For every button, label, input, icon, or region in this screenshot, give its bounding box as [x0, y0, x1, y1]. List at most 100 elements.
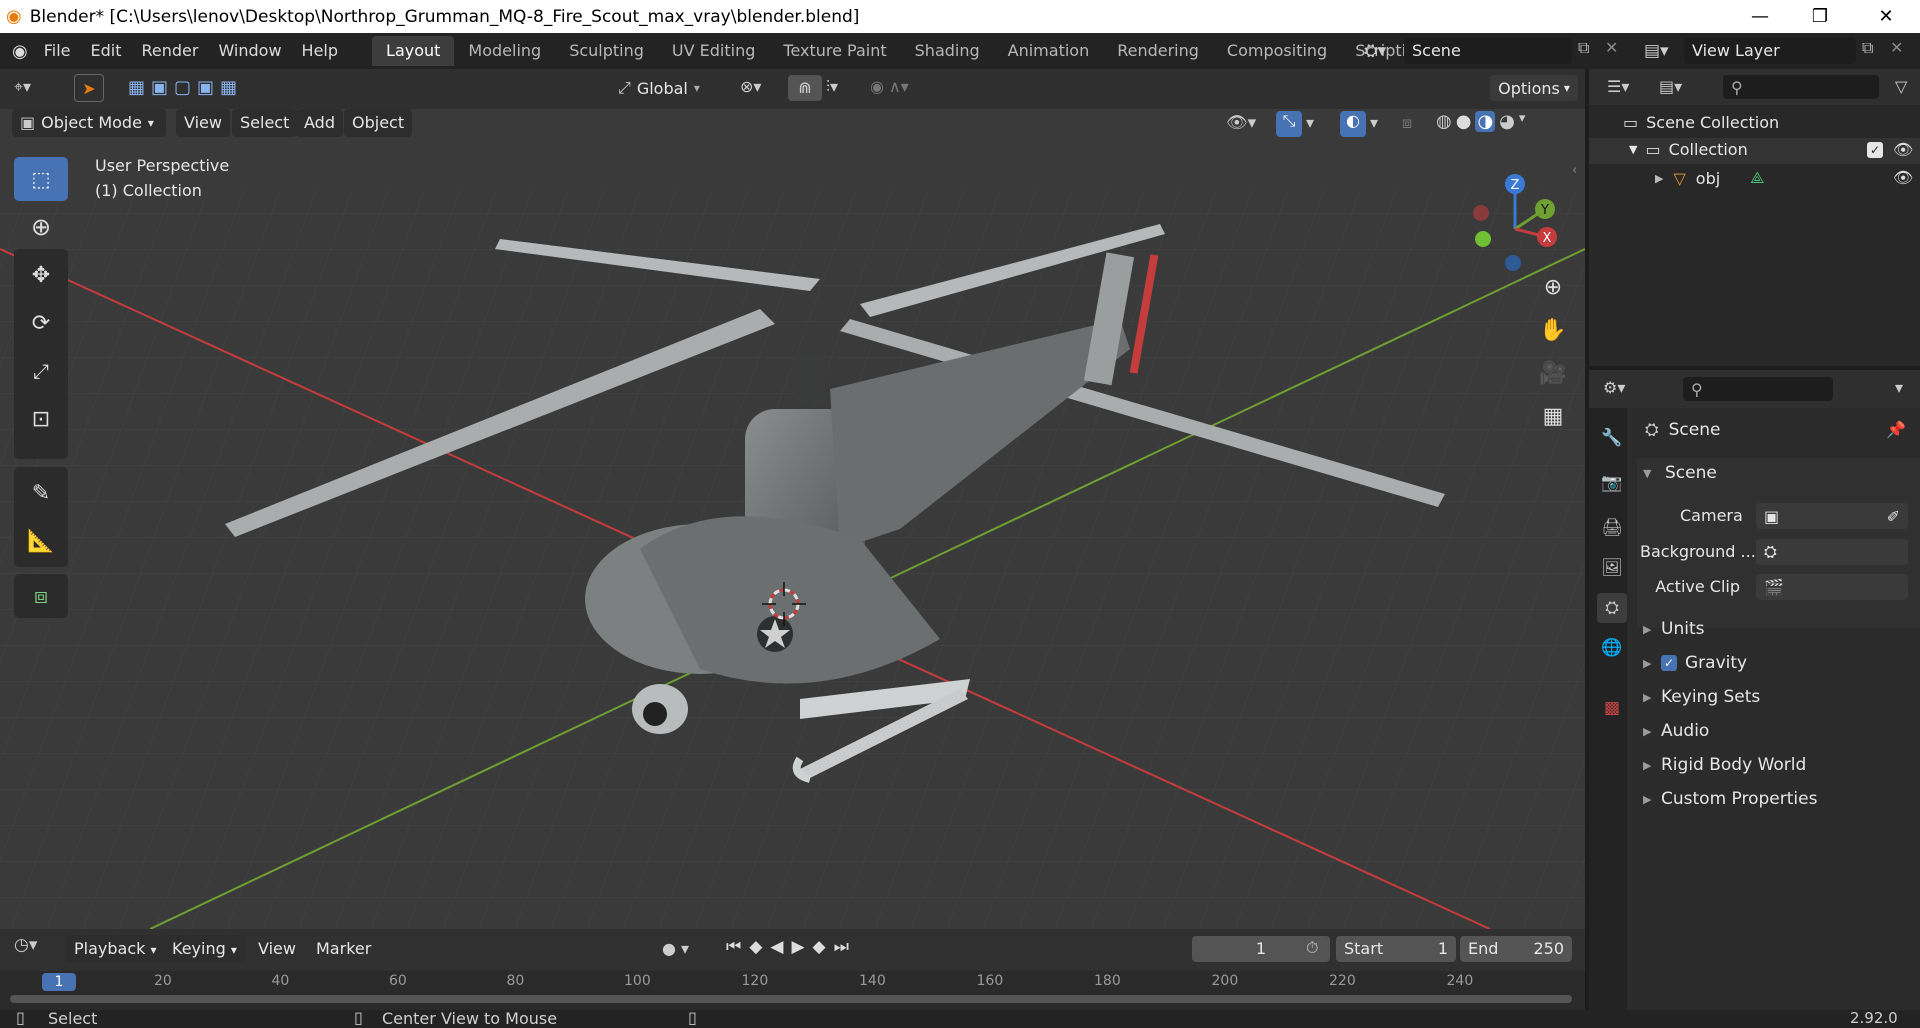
output-tab-icon[interactable]: 🖨: [1597, 513, 1627, 543]
outliner-object-row[interactable]: ▶ ▽ obj ⟁: [1655, 168, 1764, 188]
tab-texture-paint[interactable]: Texture Paint: [769, 36, 900, 66]
keying-sets-panel[interactable]: ▶ Keying Sets: [1643, 682, 1760, 712]
timeline-marker-menu[interactable]: Marker: [308, 935, 379, 963]
camera-view-icon[interactable]: 🎥: [1535, 355, 1571, 391]
blender-menu-icon[interactable]: ◉: [12, 41, 28, 62]
tab-modeling[interactable]: Modeling: [454, 36, 555, 66]
close-button[interactable]: ✕: [1858, 0, 1914, 33]
rendered-shading-icon[interactable]: ◕: [1499, 111, 1515, 132]
new-scene-icon[interactable]: ⧉: [1578, 38, 1589, 58]
select-box-tool[interactable]: ⬚: [14, 157, 68, 201]
menu-select[interactable]: Select: [232, 109, 298, 137]
jump-end-icon[interactable]: ⏭: [834, 937, 849, 957]
sidebar-toggle-icon[interactable]: ‹: [1572, 163, 1577, 178]
scene-selector-icon[interactable]: ⛭▾: [1364, 37, 1402, 65]
texture-tab-icon[interactable]: ▩: [1597, 693, 1627, 723]
render-tab-icon[interactable]: 📷: [1597, 468, 1627, 498]
new-view-layer-icon[interactable]: ⧉: [1862, 38, 1873, 58]
pivot-point-icon[interactable]: ⊗▾: [740, 77, 761, 96]
tool-tab-icon[interactable]: 🔧: [1597, 423, 1627, 453]
selection-mode-icons[interactable]: ▦▣▢▣▦: [128, 77, 243, 98]
expand-triangle-icon[interactable]: ▼: [1629, 143, 1637, 156]
view-layer-field[interactable]: View Layer: [1684, 38, 1856, 64]
visibility-icon[interactable]: 👁▾: [1226, 113, 1256, 133]
menu-file[interactable]: File: [34, 37, 81, 65]
tab-compositing[interactable]: Compositing: [1213, 36, 1341, 66]
menu-add[interactable]: Add: [296, 109, 343, 137]
collection-exclude-checkbox[interactable]: ✓: [1867, 142, 1883, 158]
solid-shading-icon[interactable]: ●: [1456, 111, 1472, 132]
add-cube-tool[interactable]: ⧈: [14, 574, 68, 618]
view-layer-selector-icon[interactable]: ▤▾: [1644, 37, 1669, 65]
xray-icon[interactable]: ⧈: [1402, 113, 1412, 133]
keying-menu[interactable]: Keying ▾: [164, 935, 245, 963]
timeline-scrollbar[interactable]: [10, 995, 1572, 1003]
scene-panel-header[interactable]: ▼ Scene: [1643, 463, 1717, 483]
3d-viewport[interactable]: ⌖▾ ➤ ▦▣▢▣▦ ⤢ Global ▾ ⊗▾ ⋒ ⫶▾ ◉ ∧▾ Optio…: [0, 69, 1585, 929]
options-dropdown[interactable]: Options ▾: [1490, 75, 1578, 101]
rotate-tool[interactable]: ⟳: [14, 301, 68, 345]
editor-type-icon[interactable]: ⌖▾: [14, 77, 31, 97]
gravity-panel[interactable]: ▶ ✓ Gravity: [1643, 648, 1747, 678]
outliner-scene-collection[interactable]: ▭ Scene Collection: [1623, 113, 1779, 132]
scale-tool[interactable]: ⤢: [14, 349, 68, 393]
cursor-tool[interactable]: ⊕: [14, 205, 68, 249]
start-frame-field[interactable]: Start 1: [1336, 936, 1456, 962]
chevron-down-icon[interactable]: ▾: [1895, 378, 1903, 397]
menu-window[interactable]: Window: [208, 37, 291, 65]
jump-start-icon[interactable]: ⏮: [726, 937, 741, 957]
move-tool[interactable]: ✥: [14, 253, 68, 297]
eyedropper-icon[interactable]: ✐: [1887, 507, 1900, 526]
pan-hand-icon[interactable]: ✋: [1535, 312, 1571, 348]
play-reverse-icon[interactable]: ◀: [770, 937, 783, 957]
material-shading-icon[interactable]: ◑: [1475, 111, 1496, 132]
timeline-editor-icon[interactable]: ◷▾: [14, 935, 37, 955]
expand-triangle-icon[interactable]: ▶: [1655, 172, 1663, 185]
end-frame-field[interactable]: End 250: [1460, 936, 1572, 962]
navigation-gizmo[interactable]: Z Y X: [1455, 159, 1575, 279]
snap-toggle-icon[interactable]: ⋒: [788, 75, 822, 101]
ortho-grid-icon[interactable]: ▦: [1535, 398, 1571, 434]
eye-icon[interactable]: 👁: [1893, 168, 1913, 187]
delete-view-layer-icon[interactable]: ✕: [1890, 38, 1903, 57]
annotate-tool[interactable]: ✎: [14, 471, 68, 515]
measure-tool[interactable]: 📐: [14, 519, 68, 563]
scene-field[interactable]: Scene: [1404, 38, 1572, 64]
mode-dropdown[interactable]: ▣ Object Mode ▾: [12, 109, 166, 137]
units-panel[interactable]: ▶ Units: [1643, 614, 1704, 644]
display-mode-icon[interactable]: ▤▾: [1659, 77, 1682, 96]
camera-field[interactable]: ▣ ✐: [1756, 503, 1908, 529]
tab-animation[interactable]: Animation: [994, 36, 1104, 66]
record-keyframe-icon[interactable]: ● ▾: [662, 939, 689, 958]
next-keyframe-icon[interactable]: ◆: [813, 937, 826, 957]
overlays-dropdown-icon[interactable]: ▾: [1370, 113, 1378, 132]
filter-icon[interactable]: ▽: [1895, 77, 1907, 96]
menu-help[interactable]: Help: [292, 37, 348, 65]
properties-editor-icon[interactable]: ⚙▾: [1603, 378, 1625, 397]
tab-rendering[interactable]: Rendering: [1103, 36, 1213, 66]
maximize-button[interactable]: ❐: [1792, 0, 1848, 33]
minimize-button[interactable]: —: [1732, 0, 1788, 33]
menu-object[interactable]: Object: [344, 109, 413, 137]
gizmo-toggle-icon[interactable]: ⤡: [1276, 111, 1302, 137]
world-tab-icon[interactable]: 🌐: [1597, 633, 1627, 663]
eye-icon[interactable]: 👁: [1893, 140, 1913, 159]
transform-tool[interactable]: ⊡: [14, 397, 68, 441]
pin-icon[interactable]: 📌: [1886, 420, 1906, 439]
background-scene-field[interactable]: ⛭: [1756, 539, 1908, 565]
outliner-search-input[interactable]: ⚲: [1723, 75, 1879, 99]
overlays-toggle-icon[interactable]: ◐: [1340, 111, 1366, 137]
timeline-view-menu[interactable]: View: [250, 935, 304, 963]
gizmo-dropdown-icon[interactable]: ▾: [1306, 113, 1314, 132]
delete-scene-icon[interactable]: ✕: [1605, 38, 1618, 57]
select-tool-icon[interactable]: ➤: [74, 74, 104, 102]
stopwatch-icon[interactable]: ⏱: [1306, 938, 1318, 958]
active-clip-field[interactable]: 🎬: [1756, 574, 1908, 600]
menu-view[interactable]: View: [176, 109, 230, 137]
scene-tab-icon[interactable]: ⛭: [1597, 593, 1627, 623]
tab-sculpting[interactable]: Sculpting: [555, 36, 658, 66]
rigid-body-world-panel[interactable]: ▶ Rigid Body World: [1643, 750, 1806, 780]
proportional-edit-icon[interactable]: ◉ ∧▾: [870, 77, 909, 96]
tab-shading[interactable]: Shading: [901, 36, 994, 66]
shading-dropdown-icon[interactable]: ▾: [1519, 111, 1526, 132]
